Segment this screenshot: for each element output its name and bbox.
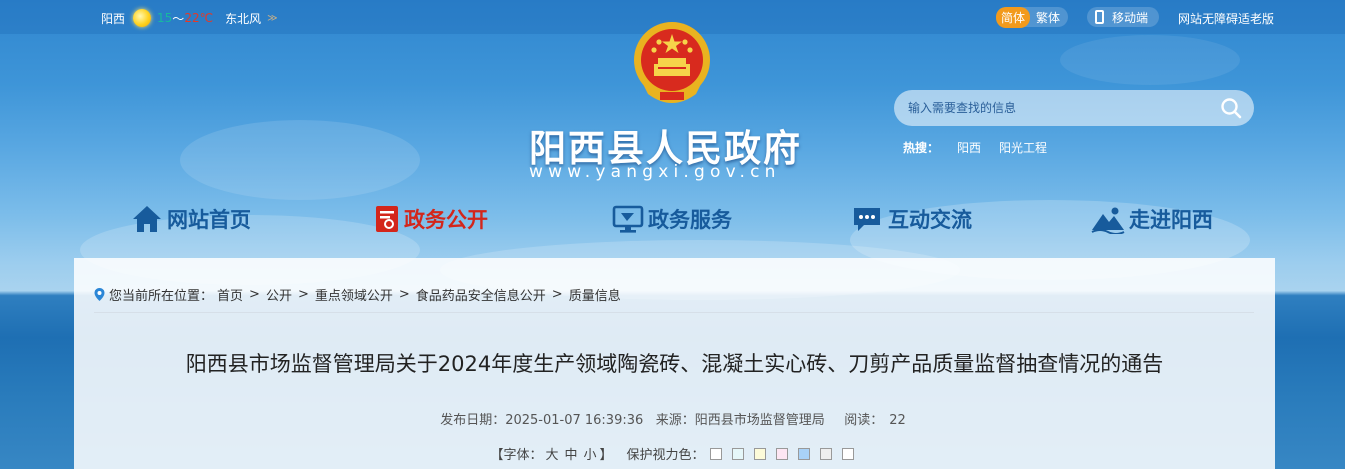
font-size-medium[interactable]: 中 [564, 444, 577, 463]
content-panel: 您当前所在位置： 首页 > 公开 > 重点领域公开 > 食品药品安全信息公开 >… [74, 258, 1275, 469]
nav-label: 走进阳西 [1129, 208, 1213, 232]
views-count: 22 [889, 413, 906, 428]
breadcrumb-prefix: 您当前所在位置： [109, 289, 214, 304]
hot-search-item[interactable]: 阳西 [957, 139, 981, 156]
divider [94, 312, 1254, 313]
wind-level: ≫ [267, 12, 278, 24]
eye-care-swatch[interactable] [841, 447, 854, 460]
eye-care-swatch[interactable] [753, 447, 766, 460]
hot-search: 热搜： 阳西 阳光工程 [903, 139, 1047, 156]
nav-label: 互动交流 [888, 208, 972, 232]
wind-direction: 东北风 [225, 11, 262, 26]
nav-label: 网站首页 [167, 208, 251, 232]
phone-icon [1095, 10, 1104, 24]
article-meta: 发布日期：2025-01-07 16:39:36 来源：阳西县市场监督管理局 阅… [74, 409, 1275, 428]
nav-item-gov-services[interactable]: 政务服务 [612, 204, 732, 234]
home-icon [133, 206, 161, 232]
weather-city: 阳西 [101, 11, 126, 26]
font-size-large[interactable]: 大 [545, 444, 558, 463]
document-icon [376, 206, 398, 232]
main-nav: 网站首页 政务公开 政务服务 互动交流 走进阳西 [0, 200, 1345, 244]
traditional-button[interactable]: 繁体 [1036, 9, 1060, 26]
location-pin-icon [94, 288, 105, 301]
weather-widget: 阳西 15 ～ 22℃ 东北风 ≫ [101, 9, 278, 27]
nav-item-about[interactable]: 走进阳西 [1091, 204, 1213, 234]
chat-icon [854, 208, 880, 231]
nav-label: 政务服务 [648, 208, 732, 232]
breadcrumb-item[interactable]: 公开 [266, 285, 292, 304]
breadcrumb-separator: > [398, 287, 410, 302]
publish-date: 2025-01-07 16:39:36 [505, 413, 644, 428]
publish-label: 发布日期： [440, 413, 506, 428]
language-toggle: 简体 繁体 [996, 6, 1068, 28]
accessibility-link[interactable]: 网站无障碍适老版 [1178, 10, 1274, 27]
eye-care-swatch[interactable] [731, 447, 744, 460]
source-label: 来源： [655, 413, 695, 428]
nav-item-home[interactable]: 网站首页 [131, 204, 251, 234]
source-value: 阳西县市场监督管理局 [694, 413, 825, 428]
nav-label: 政务公开 [404, 208, 488, 232]
search-icon[interactable] [1220, 97, 1242, 119]
national-emblem-icon [634, 22, 710, 103]
reading-tools: 【字体： 大 中 小 】 保护视力色： [74, 444, 1275, 463]
monitor-icon [612, 205, 644, 233]
breadcrumb-separator: > [551, 287, 563, 302]
sun-icon [133, 9, 152, 27]
temp-high: 22℃ [184, 11, 214, 25]
breadcrumb-item[interactable]: 质量信息 [569, 285, 621, 304]
views-label: 阅读： [844, 413, 884, 428]
eye-care-swatch[interactable] [775, 447, 788, 460]
font-size-small[interactable]: 小 [584, 444, 597, 463]
mobile-link[interactable]: 移动端 [1087, 7, 1159, 27]
hot-search-label: 热搜： [903, 141, 940, 155]
mobile-label: 移动端 [1112, 10, 1149, 25]
breadcrumb-item[interactable]: 首页 [217, 285, 243, 304]
search-input[interactable] [908, 98, 1208, 118]
temp-sep: ～ [172, 11, 185, 26]
nav-item-gov-affairs[interactable]: 政务公开 [374, 204, 488, 234]
search-box [894, 90, 1254, 126]
breadcrumb-separator: > [249, 287, 260, 302]
breadcrumb-separator: > [297, 287, 309, 302]
simplified-button[interactable]: 简体 [996, 6, 1031, 28]
eye-care-swatch[interactable] [709, 447, 722, 460]
mountain-icon [1091, 207, 1125, 234]
breadcrumb-item[interactable]: 重点领域公开 [315, 285, 393, 304]
site-url: www.yangxi.gov.cn [529, 162, 781, 182]
nav-item-interaction[interactable]: 互动交流 [852, 204, 972, 234]
font-size-open: 【字体： [490, 448, 543, 463]
font-size-close: 】 [599, 448, 613, 463]
eye-care-swatch[interactable] [797, 447, 810, 460]
eye-care-swatch[interactable] [819, 447, 832, 460]
breadcrumb-item[interactable]: 食品药品安全信息公开 [416, 285, 546, 304]
hot-search-item[interactable]: 阳光工程 [999, 139, 1047, 156]
temp-low: 15 [157, 11, 173, 25]
eye-care-label: 保护视力色： [626, 448, 705, 463]
article-title: 阳西县市场监督管理局关于2024年度生产领域陶瓷砖、混凝土实心砖、刀剪产品质量监… [185, 352, 1164, 376]
breadcrumb: 您当前所在位置： 首页 > 公开 > 重点领域公开 > 食品药品安全信息公开 >… [94, 285, 621, 304]
